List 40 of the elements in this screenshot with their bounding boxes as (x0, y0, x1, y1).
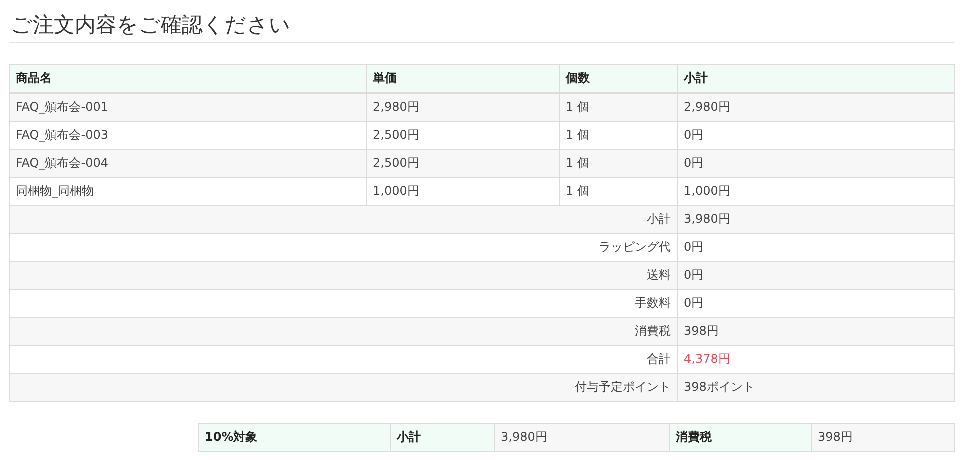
table-cell: 1 個 (560, 93, 678, 122)
summary-label: 消費税 (10, 318, 678, 346)
table-cell: 2,500円 (366, 150, 560, 178)
summary-label: 小計 (10, 206, 678, 234)
tax-header: 小計 (390, 424, 494, 452)
table-cell: 1,000円 (366, 178, 560, 206)
table-cell: 1 個 (560, 122, 678, 150)
table-cell: 同梱物_同梱物 (10, 178, 366, 206)
summary-value: 398ポイント (678, 374, 954, 402)
summary-label: 付与予定ポイント (10, 374, 678, 402)
tax-header: 消費税 (670, 424, 812, 452)
tax-header: 10%対象 (198, 424, 390, 452)
summary-value: 3,980円 (678, 206, 954, 234)
page-title: ご注文内容をご確認ください (10, 12, 292, 39)
table-cell: FAQ_頒布会-004 (10, 150, 366, 178)
table-cell: FAQ_頒布会-003 (10, 122, 366, 150)
tax-value: 3,980円 (494, 424, 670, 452)
table-cell: 0円 (678, 122, 954, 150)
summary-label: ラッピング代 (10, 234, 678, 262)
column-header: 小計 (678, 64, 954, 93)
table-cell: 1 個 (560, 178, 678, 206)
column-header: 単価 (366, 64, 560, 93)
summary-label: 合計 (10, 346, 678, 374)
tax-value: 398円 (812, 424, 954, 452)
summary-label: 手数料 (10, 290, 678, 318)
table-cell: 0円 (678, 150, 954, 178)
table-cell: 2,500円 (366, 122, 560, 150)
total-value: 4,378円 (678, 346, 954, 374)
column-header: 個数 (560, 64, 678, 93)
table-cell: 2,980円 (678, 93, 954, 122)
table-cell: FAQ_頒布会-001 (10, 93, 366, 122)
summary-value: 0円 (678, 234, 954, 262)
summary-label: 送料 (10, 262, 678, 290)
summary-value: 0円 (678, 290, 954, 318)
summary-value: 398円 (678, 318, 954, 346)
table-cell: 1 個 (560, 150, 678, 178)
table-cell: 1,000円 (678, 178, 954, 206)
column-header: 商品名 (10, 64, 366, 93)
summary-value: 0円 (678, 262, 954, 290)
table-cell: 2,980円 (366, 93, 560, 122)
